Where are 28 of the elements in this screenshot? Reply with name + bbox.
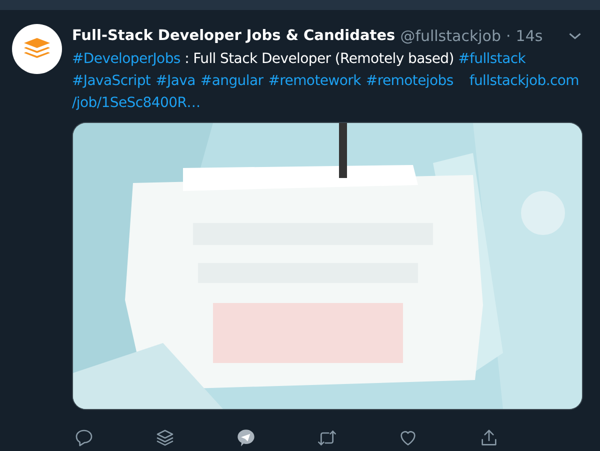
hashtag-link[interactable]: #remotework xyxy=(268,73,361,89)
layers-button[interactable] xyxy=(155,428,175,448)
reply-button[interactable] xyxy=(74,428,94,448)
author-name[interactable]: Full-Stack Developer Jobs & Candidates xyxy=(72,28,396,44)
heart-icon xyxy=(398,428,418,448)
hashtag-link[interactable]: #Java xyxy=(156,73,196,89)
separator-dot: · xyxy=(506,27,511,45)
tweet-time[interactable]: 14s xyxy=(516,27,543,45)
url-link[interactable]: /job/1SeSc8400R… xyxy=(72,95,200,111)
layers-icon xyxy=(155,428,175,448)
hashtag-link[interactable]: #remotejobs xyxy=(366,73,454,89)
paper-plane-bubble-icon xyxy=(236,428,256,448)
retweet-icon xyxy=(317,428,337,448)
like-button[interactable] xyxy=(398,428,418,448)
tweet-text: #DeveloperJobs : Full Stack Developer (Remotely based) #fullstack #JavaScript #Java #angular #remotework #remotejobs fullstackjob.com /job/1SeSc8400R… xyxy=(72,50,580,113)
share-icon xyxy=(479,428,499,448)
share-telegram-button[interactable] xyxy=(236,428,256,448)
hashtag-link[interactable]: #JavaScript xyxy=(72,73,151,89)
hashtag-link[interactable]: #DeveloperJobs xyxy=(72,51,180,67)
hashtag-link[interactable]: #fullstack xyxy=(458,51,526,67)
avatar[interactable] xyxy=(12,24,62,74)
share-button[interactable] xyxy=(479,428,499,448)
author-handle[interactable]: @fullstackjob xyxy=(400,27,501,45)
retweet-button[interactable] xyxy=(317,428,337,448)
stack-logo-icon xyxy=(24,38,50,60)
hashtag-link[interactable]: #angular xyxy=(200,73,264,89)
url-link[interactable]: fullstackjob.com xyxy=(469,73,579,89)
reply-icon xyxy=(74,428,94,448)
